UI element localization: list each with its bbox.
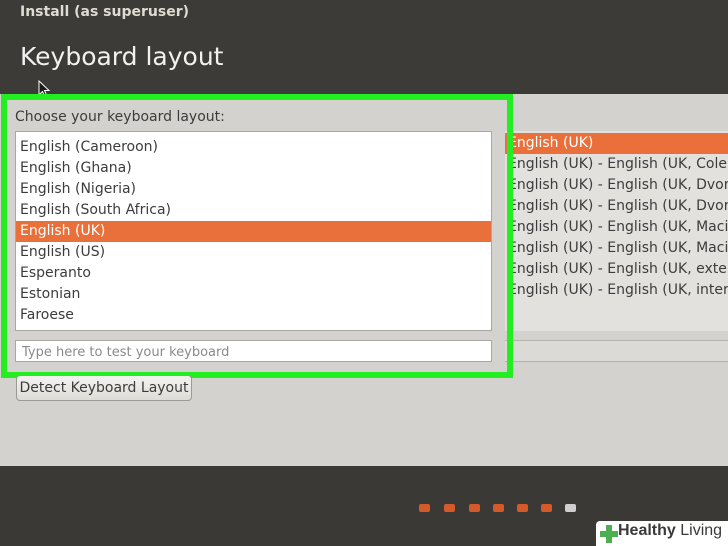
plus-icon [600,525,618,543]
step-dot [493,504,504,512]
list-item[interactable]: Esperanto [16,263,491,284]
page-title: Keyboard layout [20,42,224,71]
watermark-text-light: Living [680,522,723,539]
window-title: Install (as superuser) [0,0,728,26]
step-dot [419,504,430,512]
step-dot [541,504,552,512]
watermark-text-bold: Healthy [618,522,676,539]
step-dot [444,504,455,512]
step-dot [517,504,528,512]
keyboard-variant-list[interactable]: English (UK) English (UK) - English (UK,… [505,131,728,331]
variant-item[interactable]: English (UK) - English (UK, intern [505,280,728,301]
list-item[interactable]: English (US) [16,242,491,263]
variant-item[interactable]: English (UK) - English (UK, Colem [505,154,728,175]
list-item[interactable]: English (Cameroon) [16,137,491,158]
step-dot-current [565,504,576,512]
page-header: Keyboard layout [0,26,728,94]
watermark-text: Healthy Living [618,522,722,540]
variant-item-selected[interactable]: English (UK) [505,133,728,154]
step-dot [469,504,480,512]
variant-item[interactable]: English (UK) - English (UK, Macin [505,217,728,238]
variant-item[interactable]: English (UK) - English (UK, Macin [505,238,728,259]
list-item[interactable]: Faroese [16,305,491,326]
variant-item[interactable]: English (UK) - English (UK, exten [505,259,728,280]
input-strip-extension [505,340,728,362]
progress-dots [419,504,579,514]
list-item[interactable]: Estonian [16,284,491,305]
list-item[interactable]: English (South Africa) [16,200,491,221]
list-item[interactable]: English (Ghana) [16,158,491,179]
detect-keyboard-layout-button[interactable]: Detect Keyboard Layout [16,375,192,401]
variant-item[interactable]: English (UK) - English (UK, Dvora [505,175,728,196]
watermark-logo: Healthy Living [596,521,728,546]
keyboard-layout-list[interactable]: English (Cameroon) English (Ghana) Engli… [15,131,492,331]
choose-layout-label: Choose your keyboard layout: [15,109,225,125]
list-item[interactable]: English (Nigeria) [16,179,491,200]
variant-item[interactable]: English (UK) - English (UK, Dvora [505,196,728,217]
keyboard-test-input[interactable] [15,340,492,362]
list-item-selected[interactable]: English (UK) [16,221,491,242]
